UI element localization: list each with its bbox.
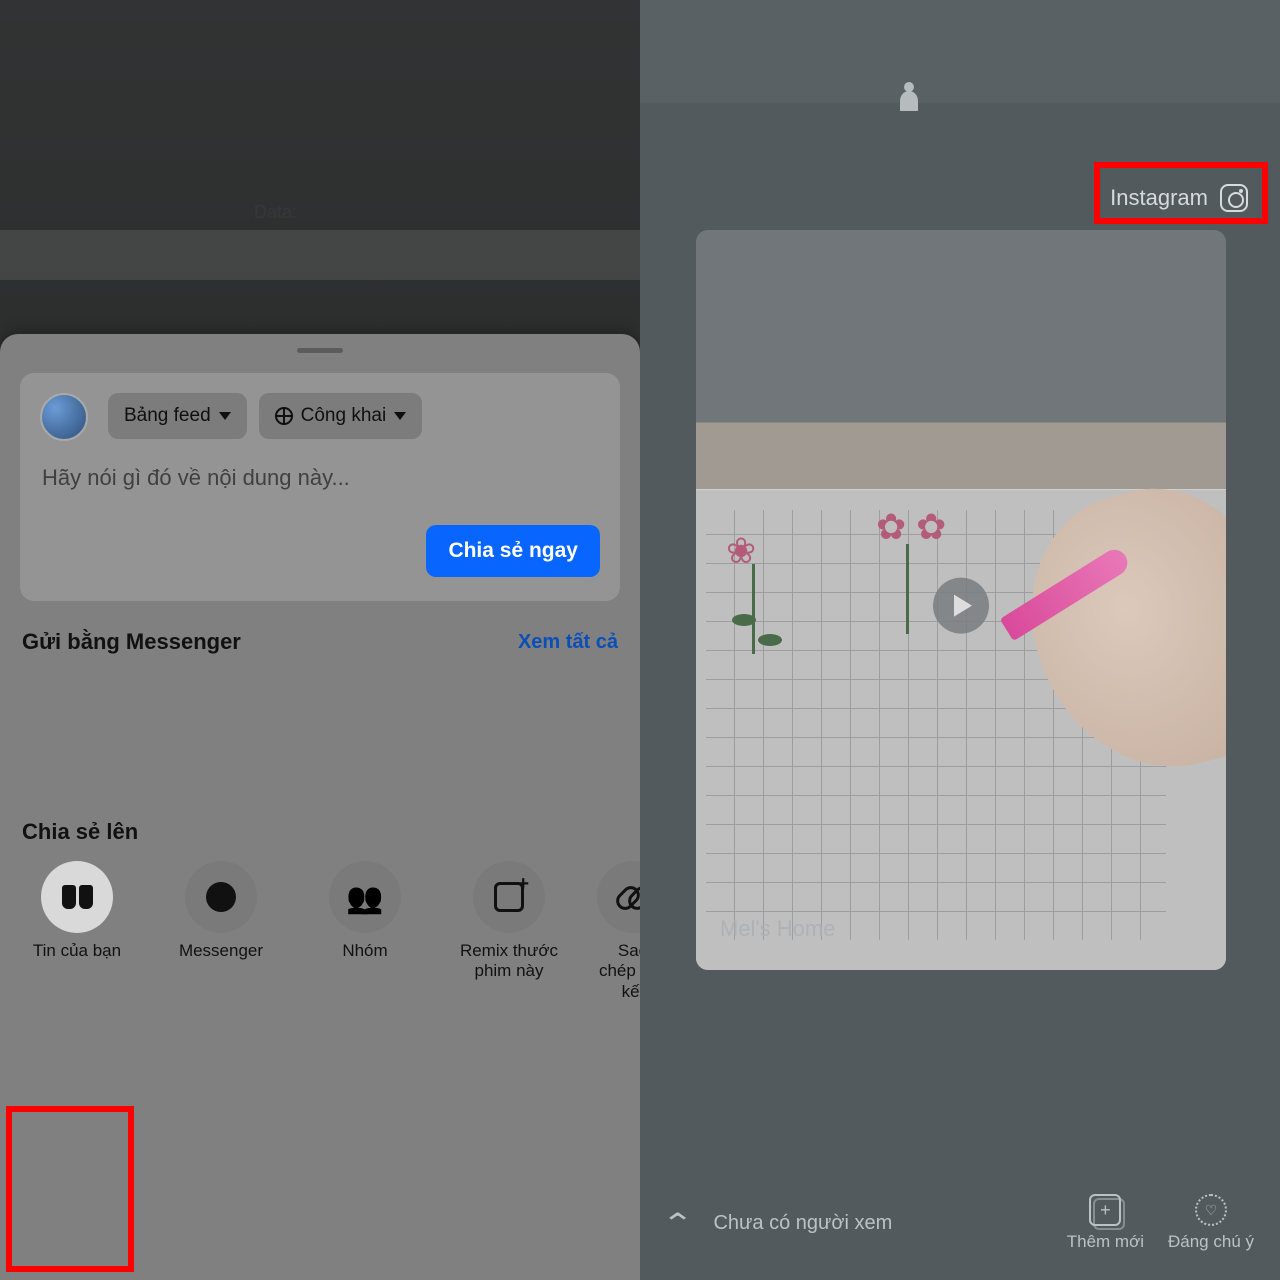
share-now-button[interactable]: Chia sẻ ngay xyxy=(426,525,600,577)
share-target-your-story[interactable]: Tin của bạn xyxy=(22,861,132,961)
instagram-share-button[interactable]: Instagram xyxy=(1100,176,1258,220)
share-target-label: Remix thước phim này xyxy=(454,941,564,982)
instagram-label: Instagram xyxy=(1110,185,1208,211)
share-target-messenger[interactable]: Messenger xyxy=(166,861,276,961)
viewers-label[interactable]: Chưa có người xem xyxy=(713,1212,892,1235)
sheet-drag-handle[interactable] xyxy=(297,348,343,353)
messenger-icon xyxy=(206,882,236,912)
story-bottom-bar: ⌃ Chưa có người xem + Thêm mới ♡ Đáng ch… xyxy=(640,1194,1280,1252)
share-bottom-sheet: Bảng feed Công khai Hãy nói gì đó về nội… xyxy=(0,334,640,1280)
see-all-link[interactable]: Xem tất cả xyxy=(518,631,618,654)
add-new-story-button[interactable]: + Thêm mới xyxy=(1067,1194,1144,1252)
link-icon xyxy=(621,885,640,909)
highlight-button[interactable]: ♡ Đáng chú ý xyxy=(1168,1194,1254,1252)
share-target-group[interactable]: Nhóm xyxy=(310,861,420,961)
drawing-leaf xyxy=(732,614,756,626)
pill-audience-label: Công khai xyxy=(301,405,387,427)
remix-icon xyxy=(494,882,524,912)
share-target-remix[interactable]: Remix thước phim này xyxy=(454,861,564,982)
chevron-down-icon xyxy=(394,412,406,420)
share-target-label: Tin của bạn xyxy=(33,941,121,961)
compose-card: Bảng feed Công khai Hãy nói gì đó về nội… xyxy=(20,373,620,601)
story-icon xyxy=(62,885,93,909)
audience-pill-public[interactable]: Công khai xyxy=(259,393,423,439)
chevron-up-icon[interactable]: ⌃ xyxy=(661,1207,694,1240)
share-targets-row: Tin của bạn Messenger Nhóm Remix thước p… xyxy=(0,861,640,1002)
play-icon[interactable] xyxy=(933,578,989,634)
share-target-label: Messenger xyxy=(179,941,263,961)
drawing-stem xyxy=(752,564,755,654)
chevron-down-icon xyxy=(219,412,231,420)
share-to-title: Chia sẻ lên xyxy=(22,819,618,845)
drawing-stem xyxy=(906,544,909,634)
add-new-label: Thêm mới xyxy=(1067,1232,1144,1252)
compose-placeholder[interactable]: Hãy nói gì đó về nội dung này... xyxy=(42,465,600,491)
instagram-icon xyxy=(1220,184,1248,212)
avatar[interactable] xyxy=(40,393,88,441)
highlight-icon: ♡ xyxy=(1195,1194,1227,1226)
highlight-label: Đáng chú ý xyxy=(1168,1232,1254,1252)
drawing-flower: ✿ ✿ xyxy=(876,506,946,548)
share-target-label: Sao chép liên kết xyxy=(598,941,640,1002)
share-target-copy-link[interactable]: Sao chép liên kết xyxy=(598,861,640,1002)
messenger-section-title: Gửi bằng Messenger xyxy=(22,629,241,655)
story-media[interactable]: ❀ ✿ ✿ Mel's Home xyxy=(696,230,1226,970)
audience-friends-icon xyxy=(900,91,918,111)
add-icon: + xyxy=(1089,1194,1121,1226)
share-target-label: Nhóm xyxy=(342,941,387,961)
globe-icon xyxy=(275,407,293,425)
story-watermark: Mel's Home xyxy=(720,916,835,942)
drawing-leaf xyxy=(758,634,782,646)
group-icon xyxy=(346,879,383,916)
pill-feed-label: Bảng feed xyxy=(124,405,211,427)
destination-pill-feed[interactable]: Bảng feed xyxy=(108,393,247,439)
